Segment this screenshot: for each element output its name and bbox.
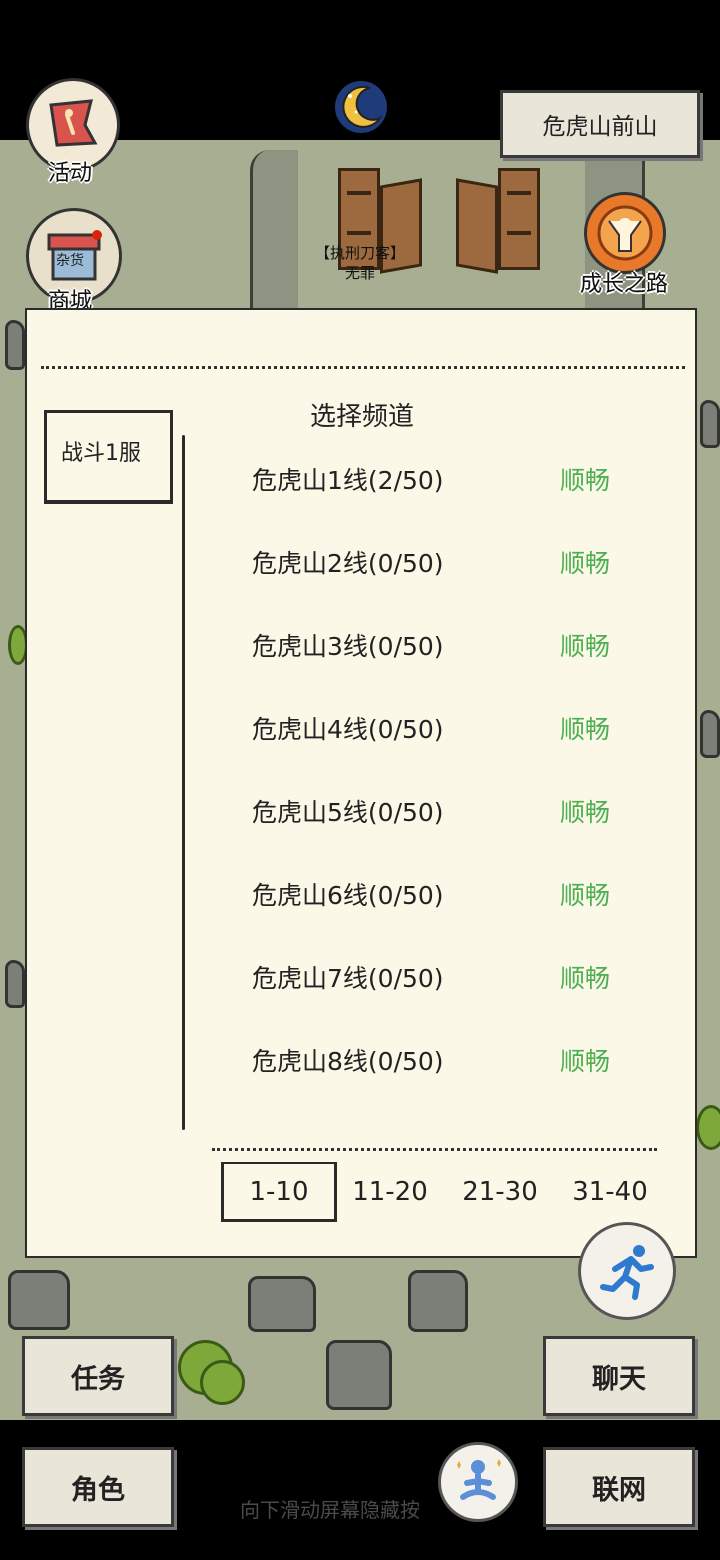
chat-label: 聊天 (592, 1363, 646, 1395)
channel-status: 顺畅 (560, 466, 611, 495)
channel-name: 危虎山3线(0/50) (252, 632, 444, 661)
server-tab[interactable]: 战斗1服 (44, 410, 173, 504)
rock (5, 960, 25, 1008)
channel-name: 危虎山5线(0/50) (252, 798, 444, 827)
cliff-left (250, 150, 298, 320)
activity-label: 活动 (48, 161, 93, 186)
channel-row[interactable]: 危虎山4线(0/50) 顺畅 (252, 710, 652, 750)
channel-name: 危虎山6线(0/50) (252, 881, 444, 910)
channel-name: 危虎山7线(0/50) (252, 964, 444, 993)
page-tab[interactable]: 21-30 (442, 1162, 558, 1222)
location-label: 危虎山前山 (542, 114, 658, 140)
network-label: 联网 (592, 1474, 646, 1506)
location-button[interactable]: 危虎山前山 (500, 90, 700, 158)
channel-row[interactable]: 危虎山1线(2/50) 顺畅 (252, 461, 652, 501)
flag-icon (49, 99, 98, 147)
channel-status: 顺畅 (560, 632, 611, 661)
channel-row[interactable]: 危虎山6线(0/50) 顺畅 (252, 876, 652, 916)
rock (326, 1340, 392, 1410)
top-divider (41, 366, 685, 369)
task-label: 任务 (71, 1363, 125, 1395)
channel-status: 顺畅 (560, 964, 611, 993)
npc-title: 【执刑刀客】 (314, 244, 405, 262)
page-tab[interactable]: 1-10 (221, 1162, 337, 1222)
role-button[interactable]: 角色 (22, 1447, 174, 1527)
rock (5, 320, 25, 370)
channel-status: 顺畅 (560, 798, 611, 827)
running-man-icon (600, 1245, 654, 1300)
page-tab[interactable]: 11-20 (332, 1162, 448, 1222)
channel-status: 顺畅 (560, 881, 611, 910)
channel-row[interactable]: 危虎山3线(0/50) 顺畅 (252, 627, 652, 667)
channel-row[interactable]: 危虎山2线(0/50) 顺畅 (252, 544, 652, 584)
moon-night-icon (342, 85, 381, 128)
channel-name: 危虎山1线(2/50) (252, 466, 444, 495)
channel-status: 顺畅 (560, 549, 611, 578)
npc-name: 无罪 (344, 264, 375, 282)
channel-dialog: 战斗1服 选择频道 危虎山1线(2/50) 顺畅 危虎山2线(0/50) 顺畅 危虎山3… (25, 308, 697, 1258)
channel-row[interactable]: 危虎山7线(0/50) 顺畅 (252, 959, 652, 999)
gate-door-right (456, 178, 498, 274)
channel-name: 危虎山8线(0/50) (252, 1047, 444, 1076)
rock (248, 1276, 316, 1332)
swipe-hint: 向下滑动屏幕隐藏按 (240, 1498, 420, 1522)
channel-row[interactable]: 危虎山5线(0/50) 顺畅 (252, 793, 652, 833)
chat-button[interactable]: 聊天 (543, 1336, 695, 1416)
network-button[interactable]: 联网 (543, 1447, 695, 1527)
page-tab[interactable]: 31-40 (552, 1162, 668, 1222)
channel-name: 危虎山2线(0/50) (252, 549, 444, 578)
channel-status: 顺畅 (560, 715, 611, 744)
channel-name: 危虎山4线(0/50) (252, 715, 444, 744)
person-cheer-icon (597, 205, 653, 261)
growth-path-label: 成长之路 (580, 272, 669, 297)
rock (408, 1270, 468, 1332)
rock (8, 1270, 70, 1330)
tree (696, 1105, 720, 1150)
channel-row[interactable]: 危虎山8线(0/50) 顺畅 (252, 1042, 652, 1082)
gate-right (498, 168, 540, 270)
shop-sign: 杂货 (56, 253, 84, 269)
server-tab-label: 战斗1服 (61, 441, 141, 466)
channel-status: 顺畅 (560, 1047, 611, 1076)
npc-name-tag[interactable]: 【执刑刀客】 无罪 (312, 243, 408, 283)
dialog-title: 选择频道 (309, 402, 414, 432)
tree (200, 1360, 245, 1405)
task-button[interactable]: 任务 (22, 1336, 174, 1416)
auto-run-button[interactable] (578, 1222, 676, 1320)
rock (700, 400, 720, 448)
meditate-button[interactable] (438, 1442, 518, 1522)
rock (700, 710, 720, 758)
tab-divider (182, 435, 185, 1130)
role-label: 角色 (71, 1474, 125, 1506)
bottom-divider (212, 1148, 657, 1151)
daynight-indicator[interactable] (332, 78, 390, 136)
meditation-icon (457, 1459, 501, 1500)
growth-path-button[interactable] (584, 192, 666, 274)
